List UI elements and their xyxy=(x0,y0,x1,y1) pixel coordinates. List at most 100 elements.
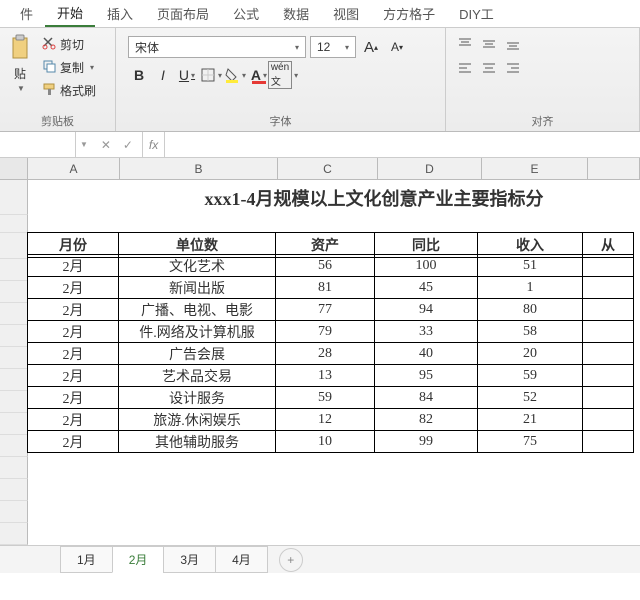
data-cell[interactable]: 2月 xyxy=(27,254,119,277)
borders-button[interactable]: ▾ xyxy=(200,64,222,86)
data-cell[interactable]: 文化艺术 xyxy=(118,254,276,277)
underline-button[interactable]: U▾ xyxy=(176,64,198,86)
title-cell[interactable]: xxx1-4月规模以上文化创意产业主要指标分 xyxy=(28,180,640,215)
data-cell[interactable] xyxy=(582,342,634,365)
row-header[interactable] xyxy=(0,215,28,233)
data-cell[interactable]: 旅游.休闲娱乐 xyxy=(118,408,276,431)
data-cell[interactable]: 2月 xyxy=(27,320,119,343)
menu-tab[interactable]: 公式 xyxy=(221,0,271,27)
data-cell[interactable]: 58 xyxy=(477,320,583,343)
data-cell[interactable]: 2月 xyxy=(27,430,119,453)
row-header[interactable] xyxy=(0,369,28,391)
font-size-select[interactable]: 12▾ xyxy=(310,36,356,58)
menu-tab[interactable]: 页面布局 xyxy=(145,0,221,27)
data-cell[interactable] xyxy=(582,254,634,277)
phonetic-button[interactable]: wén文▾ xyxy=(272,64,294,86)
menu-tab[interactable]: 方方格子 xyxy=(371,0,447,27)
data-cell[interactable]: 75 xyxy=(477,430,583,453)
row-header[interactable] xyxy=(0,347,28,369)
row-header[interactable] xyxy=(0,180,28,215)
data-cell[interactable]: 99 xyxy=(374,430,478,453)
bold-button[interactable]: B xyxy=(128,64,150,86)
decrease-font-button[interactable]: A▾ xyxy=(386,36,408,58)
row-header[interactable] xyxy=(0,479,28,501)
align-bottom-button[interactable] xyxy=(502,34,524,54)
align-right-button[interactable] xyxy=(502,58,524,78)
data-cell[interactable]: 51 xyxy=(477,254,583,277)
row-header[interactable] xyxy=(0,523,28,545)
data-cell[interactable]: 2月 xyxy=(27,408,119,431)
fx-icon[interactable]: fx xyxy=(142,132,165,158)
data-cell[interactable]: 12 xyxy=(275,408,375,431)
data-cell[interactable]: 设计服务 xyxy=(118,386,276,409)
data-cell[interactable]: 其他辅助服务 xyxy=(118,430,276,453)
data-cell[interactable]: 52 xyxy=(477,386,583,409)
data-cell[interactable]: 80 xyxy=(477,298,583,321)
data-cell[interactable] xyxy=(582,386,634,409)
data-cell[interactable]: 59 xyxy=(275,386,375,409)
data-cell[interactable]: 21 xyxy=(477,408,583,431)
data-cell[interactable]: 33 xyxy=(374,320,478,343)
sheet-tab[interactable]: 4月 xyxy=(215,546,268,573)
data-cell[interactable]: 艺术品交易 xyxy=(118,364,276,387)
data-cell[interactable]: 28 xyxy=(275,342,375,365)
data-cell[interactable]: 2月 xyxy=(27,386,119,409)
font-color-button[interactable]: A▾ xyxy=(248,64,270,86)
sheet-tab[interactable]: 3月 xyxy=(163,546,216,573)
menu-tab[interactable]: 插入 xyxy=(95,0,145,27)
data-cell[interactable]: 45 xyxy=(374,276,478,299)
data-cell[interactable]: 10 xyxy=(275,430,375,453)
data-cell[interactable]: 2月 xyxy=(27,276,119,299)
col-header[interactable]: A xyxy=(28,158,120,179)
menu-tab[interactable]: 数据 xyxy=(271,0,321,27)
data-cell[interactable]: 40 xyxy=(374,342,478,365)
menu-tab[interactable]: 件 xyxy=(8,0,45,27)
data-cell[interactable]: 77 xyxy=(275,298,375,321)
col-header[interactable]: E xyxy=(482,158,588,179)
row-header[interactable] xyxy=(0,435,28,457)
data-cell[interactable]: 79 xyxy=(275,320,375,343)
data-cell[interactable] xyxy=(582,364,634,387)
data-cell[interactable]: 20 xyxy=(477,342,583,365)
row-header[interactable] xyxy=(0,303,28,325)
sheet-tab[interactable]: 1月 xyxy=(60,546,113,573)
menu-tab[interactable]: 视图 xyxy=(321,0,371,27)
confirm-formula-button[interactable]: ✓ xyxy=(120,138,136,152)
data-cell[interactable]: 95 xyxy=(374,364,478,387)
col-header[interactable]: B xyxy=(120,158,278,179)
format-painter-button[interactable]: 格式刷 xyxy=(38,80,100,101)
col-header[interactable] xyxy=(588,158,640,179)
row-header[interactable] xyxy=(0,233,28,259)
data-cell[interactable] xyxy=(582,276,634,299)
data-cell[interactable]: 2月 xyxy=(27,364,119,387)
row-header[interactable] xyxy=(0,325,28,347)
data-cell[interactable]: 100 xyxy=(374,254,478,277)
data-cell[interactable]: 84 xyxy=(374,386,478,409)
cancel-formula-button[interactable]: ✕ xyxy=(98,138,114,152)
increase-font-button[interactable]: A▴ xyxy=(360,36,382,58)
italic-button[interactable]: I xyxy=(152,64,174,86)
align-left-button[interactable] xyxy=(454,58,476,78)
data-cell[interactable] xyxy=(582,320,634,343)
fill-color-button[interactable]: ▾ xyxy=(224,64,246,86)
add-sheet-button[interactable]: + xyxy=(279,548,303,572)
row-header[interactable] xyxy=(0,391,28,413)
data-cell[interactable]: 广播、电视、电影 xyxy=(118,298,276,321)
row-header[interactable] xyxy=(0,281,28,303)
data-cell[interactable]: 13 xyxy=(275,364,375,387)
col-header[interactable]: D xyxy=(378,158,482,179)
row-header[interactable] xyxy=(0,501,28,523)
data-cell[interactable]: 2月 xyxy=(27,298,119,321)
data-cell[interactable]: 广告会展 xyxy=(118,342,276,365)
data-cell[interactable]: 82 xyxy=(374,408,478,431)
menu-tab[interactable]: DIY工 xyxy=(447,0,506,27)
chevron-down-icon[interactable]: ▼ xyxy=(76,140,92,149)
data-cell[interactable]: 1 xyxy=(477,276,583,299)
align-center-button[interactable] xyxy=(478,58,500,78)
copy-button[interactable]: 复制▾ xyxy=(38,57,100,78)
align-top-button[interactable] xyxy=(454,34,476,54)
data-cell[interactable]: 56 xyxy=(275,254,375,277)
data-cell[interactable]: 2月 xyxy=(27,342,119,365)
data-cell[interactable]: 94 xyxy=(374,298,478,321)
name-box[interactable] xyxy=(0,132,76,158)
